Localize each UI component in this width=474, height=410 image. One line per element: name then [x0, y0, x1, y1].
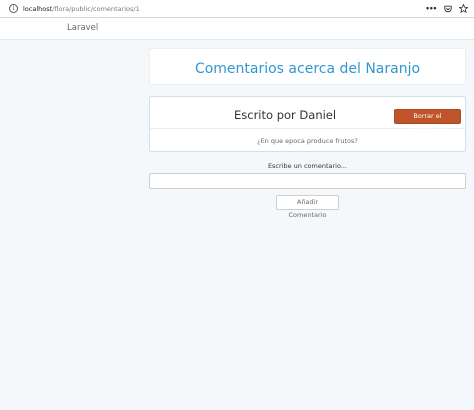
browser-toolbar: i localhost/flora/public/comentarios/1 •… — [0, 0, 474, 18]
info-icon[interactable]: i — [9, 4, 18, 13]
delete-comment-button[interactable]: Borrar el comentario — [394, 109, 461, 133]
header-panel: Comentarios acerca del Naranjo — [149, 48, 466, 85]
url-host: localhost — [23, 4, 53, 13]
comment-header: Escrito por Daniel Borrar el comentario — [150, 97, 465, 133]
comment-author: Escrito por Daniel — [234, 108, 337, 122]
browser-actions: ••• — [426, 3, 468, 14]
add-comment-button[interactable]: Añadir Comentario — [276, 195, 339, 219]
address-bar[interactable]: localhost/flora/public/comentarios/1 — [23, 5, 140, 13]
url-path: /flora/public/comentarios/1 — [52, 4, 140, 13]
comment-input[interactable] — [149, 173, 466, 189]
star-icon[interactable] — [459, 4, 468, 13]
pocket-icon[interactable] — [444, 5, 452, 13]
more-icon[interactable]: ••• — [426, 3, 437, 14]
page-title: Comentarios acerca del Naranjo — [194, 61, 421, 77]
comment-card: Escrito por Daniel Borrar el comentario … — [149, 96, 466, 152]
navbar: Laravel — [0, 18, 474, 40]
brand-link[interactable]: Laravel — [67, 23, 98, 33]
comment-text: ¿En que epoca produce frutos? — [257, 137, 358, 145]
comment-form-label: Escribe un comentario... — [267, 162, 348, 170]
